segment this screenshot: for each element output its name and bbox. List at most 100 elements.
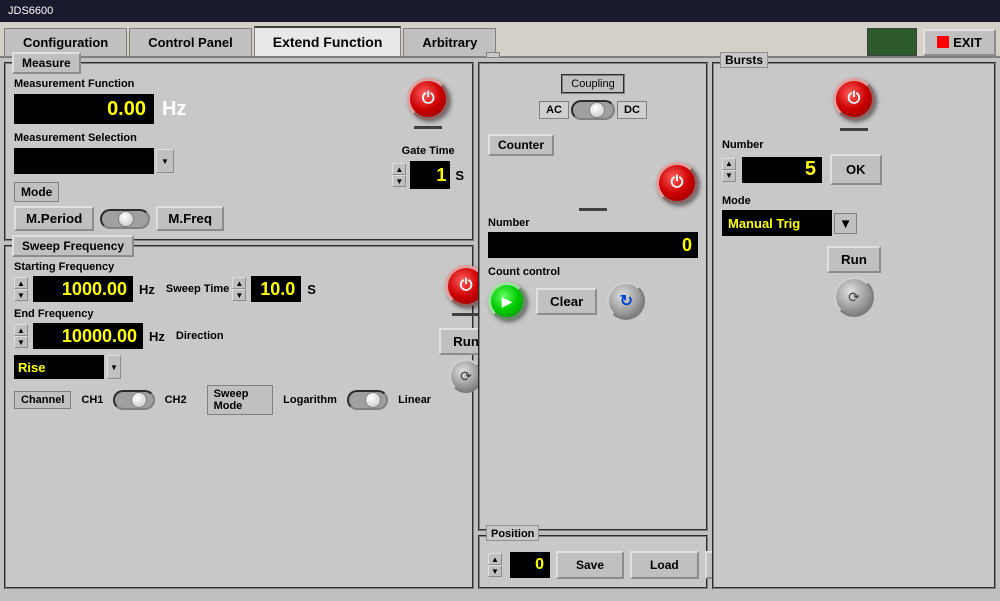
start-freq-up[interactable]: ▲ [14, 277, 28, 289]
sweep-dash [452, 313, 480, 316]
left-panel: Measure Measurement Function 0.00 Hz Mea… [4, 62, 474, 589]
m-freq-button[interactable]: M.Freq [156, 206, 224, 231]
sweep-time-spin: ▲ ▼ [232, 277, 246, 301]
sweep-power-icon: ⏻ [460, 277, 473, 295]
measure-dash [414, 126, 442, 129]
sweep-time-display: 10.0 [251, 276, 301, 302]
title-bar: JDS6600 [0, 0, 1000, 22]
right-panel: Bursts ⏻ Number ▲ ▼ 5 OK Mode Manual Tri… [712, 62, 996, 589]
position-section: Position ▲ ▼ 0 Save Load Clear [478, 535, 708, 589]
gate-down-arrow[interactable]: ▼ [392, 175, 406, 187]
bursts-number-down[interactable]: ▼ [722, 170, 736, 182]
counter-label-btn[interactable]: Counter [488, 134, 554, 156]
tab-arbitrary[interactable]: Arbitrary [403, 28, 496, 56]
sweep-knob-icon: ⟳ [460, 368, 472, 385]
measurement-selection-label: Measurement Selection [14, 132, 382, 144]
counter-power-button[interactable]: ⏻ [656, 162, 698, 204]
counter-number-label: Number [488, 217, 698, 229]
mode-toggle[interactable] [100, 209, 150, 229]
coupling-label-btn[interactable]: Coupling [561, 74, 624, 94]
bursts-knob-icon: ⟳ [848, 289, 860, 306]
measurement-function-label: Measurement Function [14, 78, 382, 90]
end-freq-spin: ▲ ▼ [14, 324, 28, 348]
bursts-number-label: Number [722, 139, 986, 151]
exit-button[interactable]: EXIT [923, 29, 996, 56]
save-button[interactable]: Save [556, 551, 624, 579]
sweep-time-unit: S [307, 282, 316, 297]
start-freq-down[interactable]: ▼ [14, 289, 28, 301]
end-freq-down[interactable]: ▼ [14, 336, 28, 348]
bursts-number-up[interactable]: ▲ [722, 158, 736, 170]
start-freq-unit: Hz [139, 282, 155, 297]
position-up[interactable]: ▲ [488, 553, 502, 565]
sweep-section: Sweep Frequency Starting Frequency ▲ ▼ 1… [4, 245, 474, 589]
tab-extend-function[interactable]: Extend Function [254, 26, 402, 56]
bursts-knob[interactable]: ⟳ [834, 277, 874, 317]
coupling-toggle[interactable] [571, 100, 615, 120]
middle-panel: Coupling AC DC Counter ⏻ Nu [478, 62, 708, 589]
gate-time-label: Gate Time [392, 145, 464, 157]
tab-right-area: EXIT [867, 28, 996, 56]
counter-dash [579, 208, 607, 211]
end-freq-unit: Hz [149, 329, 165, 344]
position-spin: ▲ ▼ [488, 553, 502, 577]
counter-refresh-knob[interactable]: ↻ [607, 282, 645, 320]
measure-power-icon: ⏻ [422, 90, 435, 108]
coupling-toggle-thumb [589, 102, 605, 118]
measure-power-button[interactable]: ⏻ [407, 78, 449, 120]
end-freq-up[interactable]: ▲ [14, 324, 28, 336]
position-down[interactable]: ▼ [488, 565, 502, 577]
tab-bar: Configuration Control Panel Extend Funct… [0, 22, 1000, 58]
exit-red-icon [937, 36, 949, 48]
start-freq-spin: ▲ ▼ [14, 277, 28, 301]
mode-label: Mode [14, 182, 59, 202]
sweep-time-label: Sweep Time [166, 283, 229, 295]
app-title: JDS6600 [8, 5, 53, 17]
sweep-mode-toggle[interactable] [347, 390, 388, 410]
bursts-section: Bursts ⏻ Number ▲ ▼ 5 OK Mode Manual Tri… [712, 62, 996, 589]
bursts-mode-display: Manual Trig [722, 210, 832, 236]
counter-power-icon: ⏻ [671, 174, 684, 192]
bursts-run-button[interactable]: Run [827, 246, 881, 273]
end-freq-label: End Frequency [14, 308, 431, 320]
sweep-time-up[interactable]: ▲ [232, 277, 246, 289]
counter-refresh-icon: ↻ [620, 291, 633, 311]
sweep-button[interactable]: Sweep Frequency [12, 235, 134, 257]
bursts-dash [840, 128, 868, 131]
bursts-number-spin: ▲ ▼ [722, 158, 736, 182]
bursts-label: Bursts [725, 53, 763, 67]
counter-number-display: 0 [488, 232, 698, 258]
channel-toggle-thumb [131, 392, 147, 408]
ac-label: AC [539, 101, 569, 119]
frequency-value: 0.00 [107, 98, 146, 121]
bursts-mode-dropdown[interactable]: ▼ [834, 213, 857, 234]
m-period-button[interactable]: M.Period [14, 206, 94, 231]
load-button[interactable]: Load [630, 551, 699, 579]
channel-toggle[interactable] [113, 390, 154, 410]
channel-label: Channel [14, 391, 71, 409]
count-control-label: Count control [488, 266, 698, 278]
selection-dropdown[interactable]: ▼ [156, 149, 174, 173]
ch2-label: CH2 [165, 394, 187, 406]
sweep-mode-label: Sweep Mode [207, 385, 274, 415]
gate-value-display: 1 [410, 161, 450, 189]
dc-label: DC [617, 101, 647, 119]
end-freq-display: 10000.00 [33, 323, 143, 349]
position-section-label: Position [491, 528, 534, 540]
measure-button[interactable]: Measure [12, 52, 81, 74]
direction-dropdown[interactable]: ▼ [107, 355, 121, 379]
exit-label: EXIT [953, 35, 982, 50]
count-start-button[interactable]: ▶ [488, 282, 526, 320]
main-content: Measure Measurement Function 0.00 Hz Mea… [0, 58, 1000, 593]
ch1-label: CH1 [81, 394, 103, 406]
gate-up-arrow[interactable]: ▲ [392, 163, 406, 175]
bursts-power-button[interactable]: ⏻ [833, 78, 875, 120]
sweep-time-down[interactable]: ▼ [232, 289, 246, 301]
bursts-power-icon: ⏻ [848, 90, 861, 108]
direction-value: Rise [18, 360, 45, 375]
tab-control-panel[interactable]: Control Panel [129, 28, 252, 56]
starting-freq-label: Starting Frequency [14, 261, 431, 273]
bursts-ok-button[interactable]: OK [830, 154, 882, 185]
status-indicator [867, 28, 917, 56]
counter-clear-button[interactable]: Clear [536, 288, 597, 315]
